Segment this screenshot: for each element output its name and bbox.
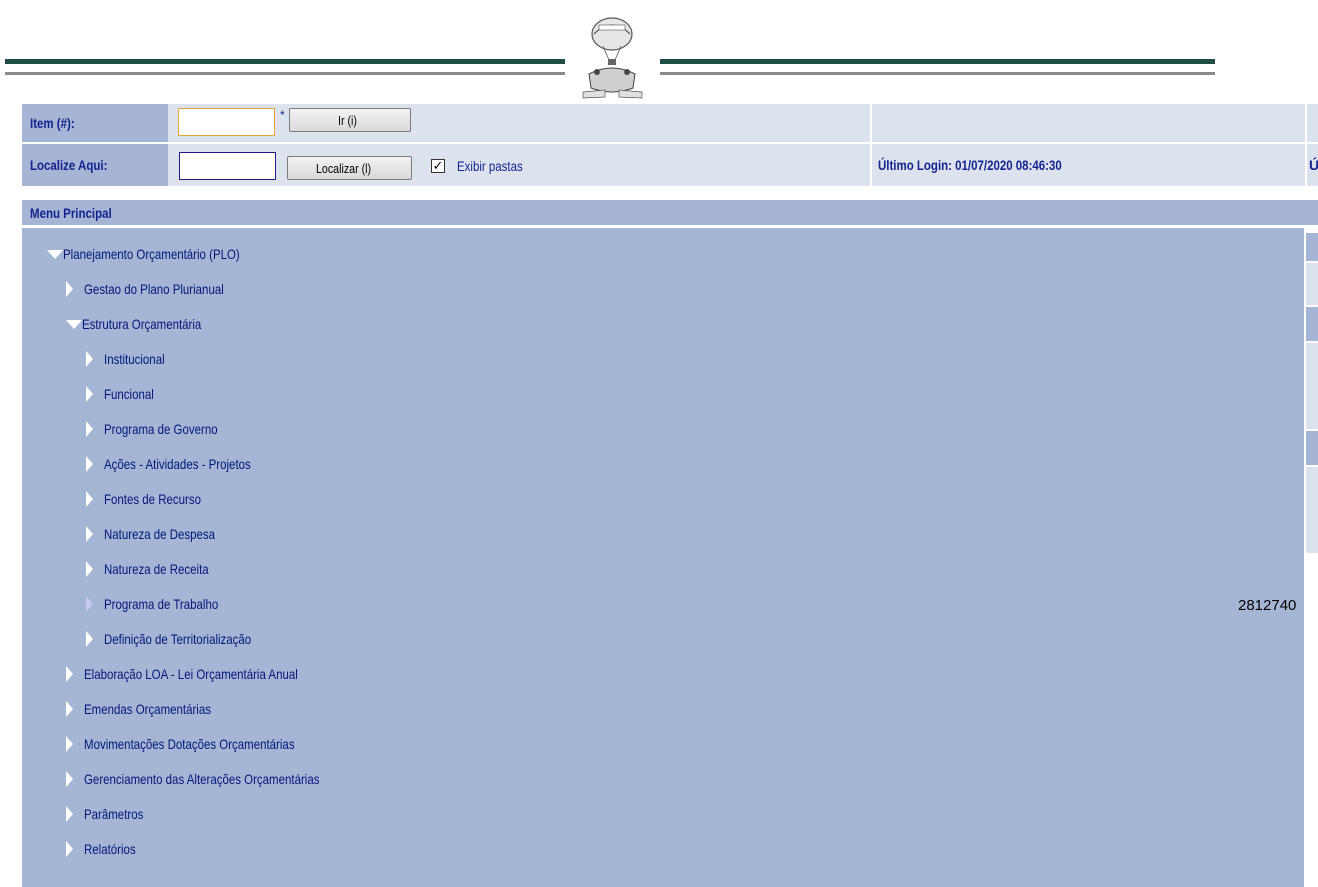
item-input[interactable] (178, 108, 275, 136)
menu-item-fontes-recurso[interactable]: Fontes de Recurso (86, 488, 222, 510)
collapsed-triangle-icon (86, 351, 93, 367)
side-panel-header-2 (1306, 307, 1318, 341)
menu-item-movimentacoes-dotacoes[interactable]: Movimentações Dotações Orçamentárias (66, 733, 341, 755)
menu-item-label: Funcional (104, 386, 154, 402)
collapsed-triangle-icon (66, 806, 73, 822)
collapsed-triangle-icon (66, 841, 73, 857)
item-row-right-cell (870, 104, 1306, 142)
locate-button[interactable]: Localizar (l) (287, 156, 412, 180)
menu-item-funcional[interactable]: Funcional (86, 383, 165, 405)
menu-item-label: Elaboração LOA - Lei Orçamentária Anual (84, 666, 298, 682)
side-panel-header-3 (1306, 431, 1318, 465)
stray-number: 2812740 (1238, 597, 1297, 614)
item-row-edge-cell (1305, 104, 1318, 142)
menu-item-label: Programa de Trabalho (104, 596, 219, 612)
menu-item-programa-governo[interactable]: Programa de Governo (86, 418, 243, 440)
menu-item-programa-trabalho[interactable]: Programa de Trabalho (86, 593, 243, 615)
menu-item-gerenciamento-alteracoes[interactable]: Gerenciamento das Alterações Orçamentári… (66, 768, 371, 790)
menu-item-label: Programa de Governo (104, 421, 218, 437)
collapsed-triangle-icon (66, 701, 73, 717)
menu-item-acoes-atividades-projetos[interactable]: Ações - Atividades - Projetos (86, 453, 283, 475)
coat-of-arms-logo (582, 17, 643, 99)
menu-item-label: Emendas Orçamentárias (84, 701, 211, 717)
locate-row: Localize Aqui: Localizar (l) ✓ Exibir pa… (22, 144, 1318, 186)
collapsed-triangle-icon (86, 596, 93, 612)
menu-item-label: Estrutura Orçamentária (82, 316, 202, 332)
show-folders-label[interactable]: Exibir pastas (457, 158, 537, 174)
menu-item-label: Institucional (104, 351, 165, 367)
collapsed-triangle-icon (86, 631, 93, 647)
locate-input[interactable] (179, 152, 276, 180)
last-login-edge-cell: Ú (1305, 144, 1318, 186)
menu-item-emendas-orcamentarias[interactable]: Emendas Orçamentárias (66, 698, 239, 720)
menu-item-definicao-territorializacao[interactable]: Definição de Territorialização (86, 628, 284, 650)
locate-label: Localize Aqui: (22, 144, 168, 186)
menu-item-label: Ações - Atividades - Projetos (104, 456, 251, 472)
side-panel-body-2 (1306, 343, 1318, 429)
side-panel-body-3 (1306, 467, 1318, 553)
expanded-triangle-icon (47, 249, 63, 259)
menu-item-label: Gerenciamento das Alterações Orçamentári… (84, 771, 320, 787)
checkmark-icon: ✓ (432, 158, 444, 173)
go-button[interactable]: Ir (i) (289, 108, 411, 132)
menu-item-label: Natureza de Receita (104, 561, 209, 577)
menu-item-institucional[interactable]: Institucional (86, 348, 178, 370)
collapsed-triangle-icon (86, 421, 93, 437)
last-login-cell: Último Login: 01/07/2020 08:46:30 (870, 144, 1306, 186)
menu-item-plo[interactable]: Planejamento Orçamentário (PLO) (47, 243, 279, 265)
item-label: Item (#): (22, 104, 168, 142)
item-row: Item (#): * Ir (i) (22, 104, 1318, 142)
header-rule-left (5, 59, 565, 64)
expanded-triangle-icon (66, 319, 82, 329)
collapsed-triangle-icon (86, 561, 93, 577)
menu-item-label: Parâmetros (84, 806, 144, 822)
header-rule-right (660, 59, 1215, 64)
side-panel-body-1 (1306, 263, 1318, 305)
menu-item-label: Planejamento Orçamentário (PLO) (63, 246, 240, 262)
menu-item-label: Movimentações Dotações Orçamentárias (84, 736, 295, 752)
menu-item-relatorios[interactable]: Relatórios (66, 838, 147, 860)
menu-item-estrutura-orcamentaria[interactable]: Estrutura Orçamentária (66, 313, 228, 335)
collapsed-triangle-icon (66, 736, 73, 752)
header-rule-right-shadow (660, 72, 1215, 75)
show-folders-checkbox[interactable]: ✓ (431, 159, 445, 173)
collapsed-triangle-icon (86, 456, 93, 472)
menu-item-natureza-receita[interactable]: Natureza de Receita (86, 558, 232, 580)
required-marker: * (280, 108, 285, 122)
menu-item-parametros[interactable]: Parâmetros (66, 803, 156, 825)
side-panel-header-1 (1306, 233, 1318, 261)
menu-item-label: Definição de Territorialização (104, 631, 252, 647)
menu-item-label: Fontes de Recurso (104, 491, 202, 507)
menu-item-label: Gestao do Plano Plurianual (84, 281, 224, 297)
header-rule-left-shadow (5, 72, 565, 75)
menu-item-label: Natureza de Despesa (104, 526, 216, 542)
collapsed-triangle-icon (66, 771, 73, 787)
menu-title: Menu Principal (22, 200, 1318, 225)
last-login-text: Último Login: 01/07/2020 08:46:30 (878, 157, 1062, 173)
collapsed-triangle-icon (66, 281, 73, 297)
menu-item-label: Relatórios (84, 841, 136, 857)
menu-item-natureza-despesa[interactable]: Natureza de Despesa (86, 523, 239, 545)
collapsed-triangle-icon (86, 386, 93, 402)
last-login-cut-text: Ú (1309, 157, 1318, 173)
collapsed-triangle-icon (86, 526, 93, 542)
menu-item-gestao-ppa[interactable]: Gestao do Plano Plurianual (66, 278, 254, 300)
collapsed-triangle-icon (86, 491, 93, 507)
collapsed-triangle-icon (66, 666, 73, 682)
menu-item-elaboracao-loa[interactable]: Elaboração LOA - Lei Orçamentária Anual (66, 663, 345, 685)
